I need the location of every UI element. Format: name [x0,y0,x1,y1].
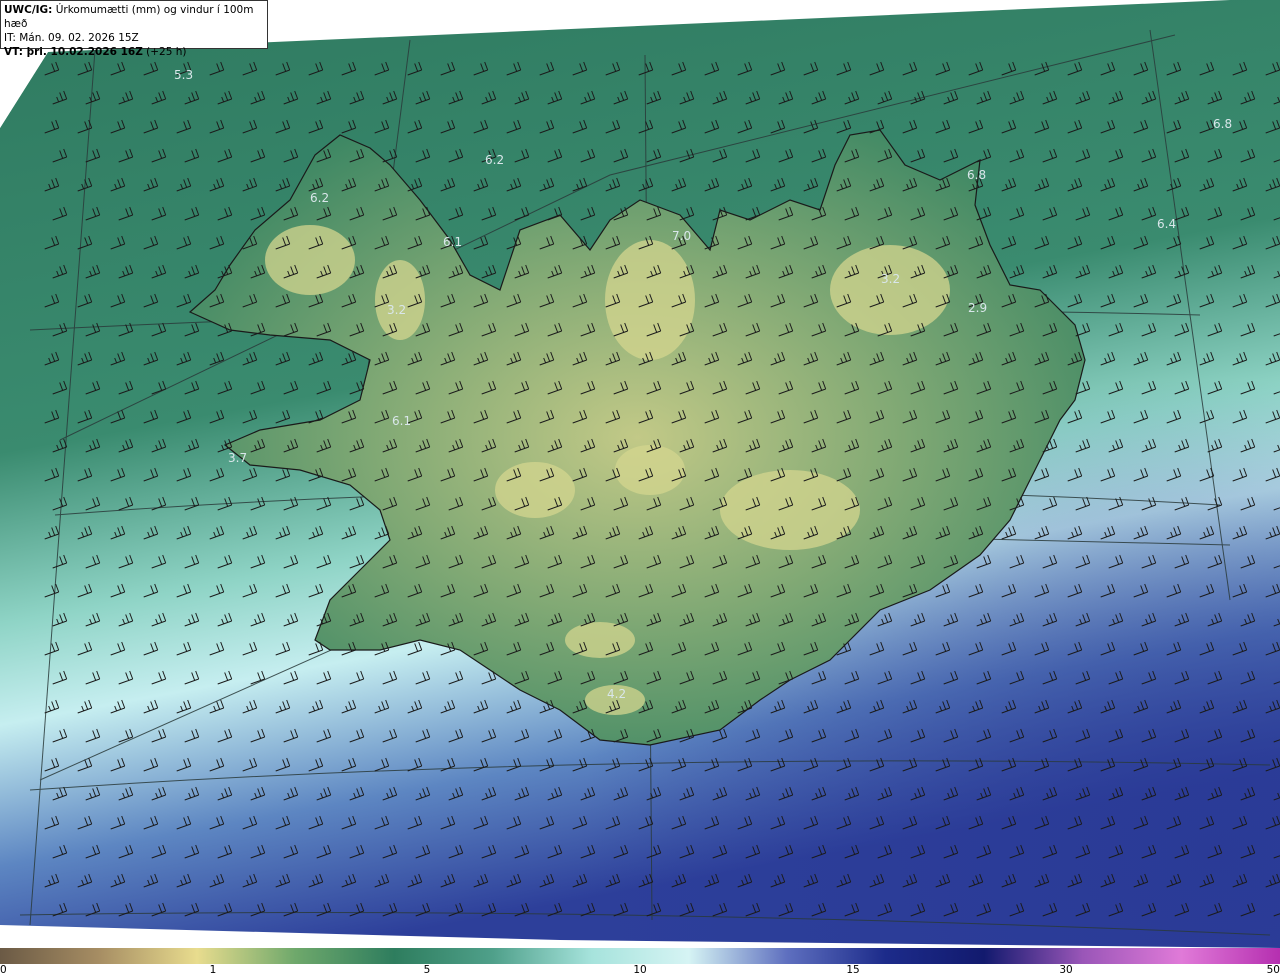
colorbar-tick: 1 [209,964,217,976]
colorbar-strip [0,948,1280,964]
map-value-label: 6.2 [485,153,504,167]
map-value-label: 6.1 [443,235,462,249]
colorbar-tick: 5 [423,964,431,976]
valid-time-line: VT: þri. 10.02.2026 16Z (+25 h) [4,45,264,59]
map-value-label: 6.2 [310,191,329,205]
colorbar-tick: 30 [1059,964,1073,976]
map-value-label: 5.3 [174,68,193,82]
lead-time: (+25 h) [146,46,187,58]
colorbar: 0 1 5 10 15 30 50 [0,948,1280,978]
map-value-label: 7.0 [672,229,691,243]
map-value-label: 4.2 [607,687,626,701]
map-value-label: 6.1 [392,414,411,428]
map-value-label: 2.9 [968,301,987,315]
colorbar-tick: 10 [633,964,647,976]
title-line: UWC/IG: Úrkomumætti (mm) og vindur í 100… [4,3,264,31]
map-value-label: 6.8 [1213,117,1232,131]
forecast-info-box: UWC/IG: Úrkomumætti (mm) og vindur í 100… [0,0,268,58]
map-value-label: 6.8 [967,168,986,182]
map-value-label: 3.2 [387,303,406,317]
map-value-label: 6.4 [1157,217,1176,231]
colorbar-tick: 50 [1266,964,1280,976]
colorbar-tick: 15 [846,964,860,976]
colorbar-tick: 0 [0,964,7,976]
map-value-label: 3.7 [228,451,247,465]
model-code: UWC/IG: [4,4,53,16]
precipitation-wind-map: 5.3 6.2 6.2 6.1 7.0 6.8 6.8 6.4 3.2 3.2 … [0,0,1280,948]
initial-time: IT: Mán. 09. 02. 2026 15Z [4,32,139,44]
valid-time: VT: þri. 10.02.2026 16Z [4,46,143,58]
map-value-label: 3.2 [881,272,900,286]
